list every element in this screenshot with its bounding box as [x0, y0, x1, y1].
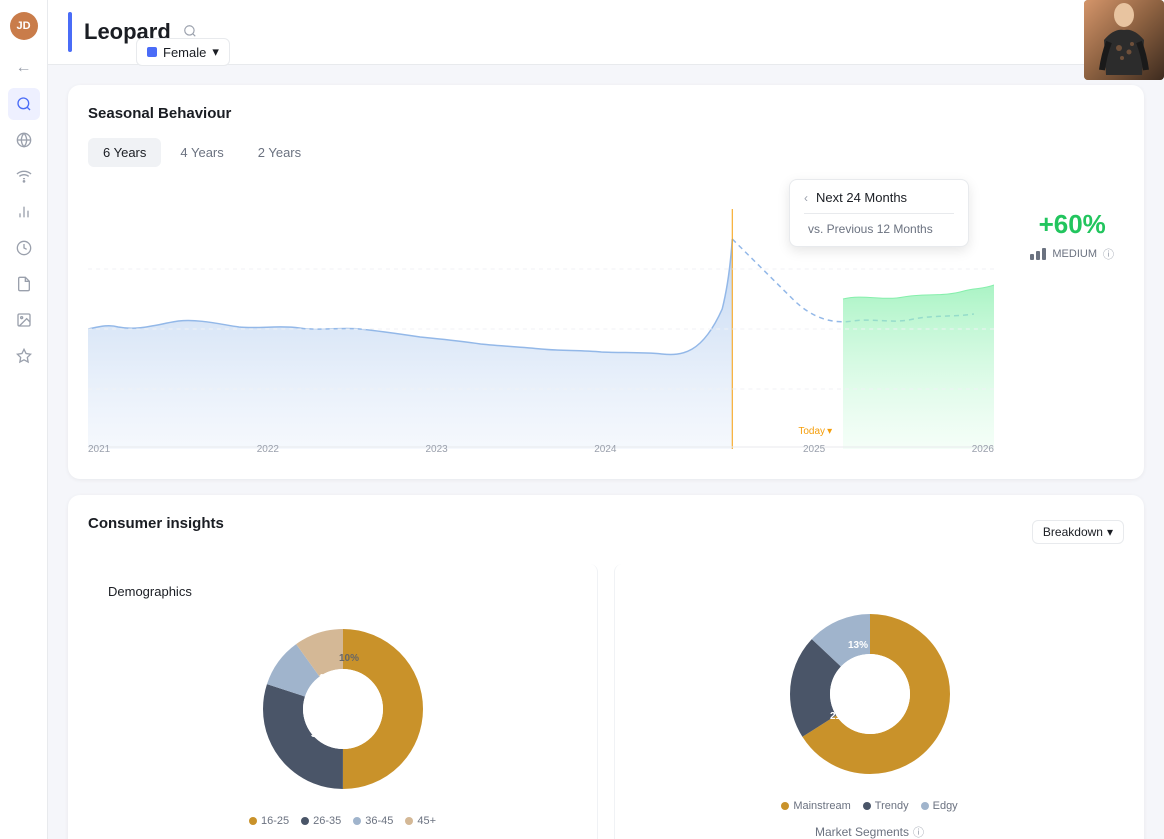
x-label-2021: 2021	[88, 444, 110, 455]
bar-3	[1042, 248, 1046, 260]
market-segments-subtitle: Market Segments ⓘ	[815, 824, 924, 839]
legend-label-edgy: Edgy	[933, 800, 958, 812]
x-label-2026: 2026	[972, 444, 994, 455]
bar-2	[1036, 251, 1040, 260]
svg-text:10%: 10%	[318, 673, 338, 684]
svg-text:21%: 21%	[829, 711, 849, 722]
sidebar: JD ←	[0, 0, 48, 839]
legend-36-45: 36-45	[353, 815, 393, 827]
x-axis-labels: 2021 2022 2023 2024 2025 2026	[88, 440, 994, 455]
demographics-header: Demographics	[108, 584, 577, 599]
market-info-icon[interactable]: ⓘ	[913, 824, 924, 839]
bar-1	[1030, 254, 1034, 260]
legend-dot-edgy	[921, 802, 929, 810]
gender-filter-wrapper: Female ▾	[136, 38, 230, 66]
main-content: Leopard Female ▾	[48, 0, 1164, 839]
x-label-2022: 2022	[257, 444, 279, 455]
legend-dot-45plus	[405, 817, 413, 825]
tab-4-years[interactable]: 4 Years	[165, 138, 238, 167]
svg-text:50%: 50%	[353, 704, 375, 716]
market-segments-panel: 66% 21% 13% Mainstream	[614, 564, 1124, 839]
seasonal-behaviour-title: Seasonal Behaviour	[88, 105, 1124, 122]
info-icon[interactable]: ⓘ	[1103, 246, 1114, 262]
market-legend: Mainstream Trendy Edgy	[781, 800, 957, 812]
age-legend: 16-25 26-35 36-45	[249, 815, 436, 827]
legend-dot-16-25	[249, 817, 257, 825]
legend-dot-trendy	[863, 802, 871, 810]
accent-bar	[68, 12, 72, 52]
trend-value: +60%	[1039, 209, 1106, 240]
legend-label-mainstream: Mainstream	[793, 800, 850, 812]
chevron-left-icon: ‹	[804, 191, 808, 205]
topbar-right	[1096, 21, 1144, 44]
legend-label-26-35: 26-35	[313, 815, 341, 827]
legend-label-16-25: 16-25	[261, 815, 289, 827]
confidence-label: MEDIUM	[1052, 248, 1097, 260]
chevron-down-icon: ▾	[1107, 525, 1113, 539]
gender-filter[interactable]: Female ▾	[136, 38, 230, 66]
x-label-2025: 2025	[803, 444, 825, 455]
breakdown-label: Breakdown	[1043, 525, 1103, 539]
topbar-left: Leopard Female ▾	[68, 12, 197, 52]
seasonal-behaviour-card: Seasonal Behaviour 6 Years 4 Years 2 Yea…	[68, 85, 1144, 479]
sidebar-item-chart[interactable]	[8, 196, 40, 228]
consumer-insights-card: Consumer insights Breakdown ▾ Demographi…	[68, 495, 1144, 839]
avatar: JD	[10, 12, 38, 40]
chevron-down-icon: ▾	[212, 44, 219, 60]
legend-edgy: Edgy	[921, 800, 958, 812]
legend-26-35: 26-35	[301, 815, 341, 827]
legend-dot-26-35	[301, 817, 309, 825]
tab-2-years[interactable]: 2 Years	[243, 138, 316, 167]
sidebar-item-signal[interactable]	[8, 160, 40, 192]
x-label-2024: 2024	[594, 444, 616, 455]
sidebar-item-star[interactable]	[8, 340, 40, 372]
chart-container: ‹ Next 24 Months vs. Previous 12 Months …	[88, 179, 1124, 459]
product-thumbnail	[1084, 0, 1164, 80]
sidebar-item-back[interactable]: ←	[8, 52, 40, 84]
svg-text:66%: 66%	[886, 693, 908, 705]
confidence-bars	[1030, 248, 1046, 260]
sidebar-item-gallery[interactable]	[8, 304, 40, 336]
consumer-insights-title: Consumer insights	[88, 515, 224, 532]
legend-trendy: Trendy	[863, 800, 909, 812]
forecast-main-item[interactable]: ‹ Next 24 Months	[804, 190, 954, 205]
legend-mainstream: Mainstream	[781, 800, 850, 812]
sidebar-item-search[interactable]	[8, 88, 40, 120]
tab-6-years[interactable]: 6 Years	[88, 138, 161, 167]
age-donut: 50% 30% 10% 10%	[253, 619, 433, 799]
market-donut-area: 66% 21% 13% Mainstream	[635, 604, 1104, 839]
sidebar-item-doc[interactable]	[8, 268, 40, 300]
legend-16-25: 16-25	[249, 815, 289, 827]
legend-label-trendy: Trendy	[875, 800, 909, 812]
legend-45plus: 45+	[405, 815, 436, 827]
sidebar-item-globe[interactable]	[8, 124, 40, 156]
svg-text:10%: 10%	[338, 653, 358, 664]
legend-label-45plus: 45+	[417, 815, 436, 827]
svg-text:13%: 13%	[847, 640, 867, 651]
forecast-tooltip[interactable]: ‹ Next 24 Months vs. Previous 12 Months	[789, 179, 969, 247]
age-segments-panel: Demographics	[88, 564, 598, 839]
forecast-sub-item[interactable]: vs. Previous 12 Months	[804, 222, 954, 236]
forecast-label: Next 24 Months	[816, 190, 907, 205]
svg-text:30%: 30%	[310, 729, 330, 740]
market-donut: 66% 21% 13%	[780, 604, 960, 784]
legend-dot-36-45	[353, 817, 361, 825]
legend-dot-mainstream	[781, 802, 789, 810]
topbar: Leopard Female ▾	[48, 0, 1164, 65]
divider	[804, 213, 954, 214]
demographics-title: Demographics	[108, 584, 192, 599]
breakdown-button[interactable]: Breakdown ▾	[1032, 520, 1124, 544]
content-area: Seasonal Behaviour 6 Years 4 Years 2 Yea…	[48, 65, 1164, 839]
confidence-indicator: MEDIUM ⓘ	[1030, 246, 1114, 262]
legend-label-36-45: 36-45	[365, 815, 393, 827]
sidebar-item-clock[interactable]	[8, 232, 40, 264]
gender-dot	[147, 47, 157, 57]
time-tabs: 6 Years 4 Years 2 Years	[88, 138, 1124, 167]
insights-grid: Demographics	[88, 564, 1124, 839]
trend-indicator: +60% MEDIUM ⓘ	[1030, 209, 1114, 262]
age-donut-area: 50% 30% 10% 10% 16-25	[108, 619, 577, 839]
x-label-2023: 2023	[426, 444, 448, 455]
today-label: Today ▾	[798, 426, 832, 437]
